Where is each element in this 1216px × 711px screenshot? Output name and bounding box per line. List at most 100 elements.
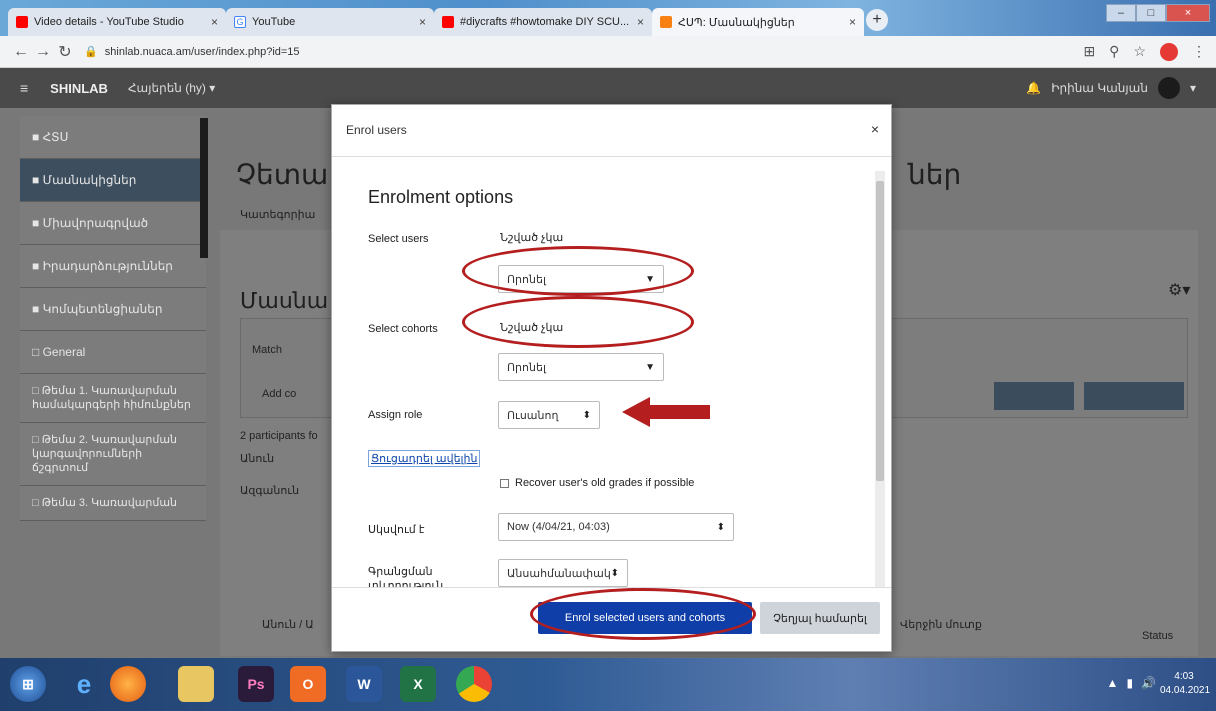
search-icon[interactable]: ⚲ [1109,43,1119,60]
column-header-last-access[interactable]: Վերջին մուտք [900,618,982,631]
sidebar-scrollbar[interactable] [200,118,208,258]
google-favicon-icon: G [234,16,246,28]
taskbar-clock[interactable]: 4:03 04.04.2021 [1160,670,1211,698]
annotation-ellipse-cohorts [462,296,694,348]
sidebar-item-events[interactable]: ■ Իրադարձություններ [20,245,206,288]
forward-arrow-icon[interactable]: → [32,43,54,61]
add-condition-link[interactable]: Add co [262,388,296,400]
checkbox[interactable] [500,478,509,488]
sidebar-item-topic-1[interactable]: □ Թեմա 1. Կառավարման համակարգերի հիմունք… [20,374,206,423]
breadcrumb[interactable]: Կատեգորիա [240,208,315,221]
window-close-button[interactable]: × [1166,4,1210,22]
section-title: Մասնա [240,288,329,313]
network-icon[interactable]: ▮ [1126,676,1133,690]
back-arrow-icon[interactable]: ← [10,43,32,61]
column-header-status[interactable]: Status [1142,630,1173,642]
dialog-header: Enrol users × [332,105,891,157]
selected-users-value: Նշված չկա [500,232,564,244]
youtube-favicon-icon [16,16,28,28]
user-name[interactable]: Իրինա Կանյան [1051,81,1148,95]
sidebar-item-general[interactable]: □ General [20,331,206,374]
menu-dots-icon[interactable]: ⋮ [1192,43,1206,60]
volume-icon[interactable]: 🔊 [1141,676,1156,690]
page-title-left: Չետա [236,159,329,190]
hamburger-icon[interactable]: ≡ [20,80,28,96]
close-icon[interactable]: × [849,15,856,29]
file-explorer-icon[interactable] [178,666,214,702]
chevron-updown-icon: ⬍ [610,567,619,579]
translate-icon[interactable]: ⊞ [1083,43,1095,60]
sidebar-item-badges[interactable]: ■ Միավորագրված [20,202,206,245]
moodle-navbar: ≡ SHINLAB Հայերեն (hy) ▾ 🔔 Իրինա Կանյան … [0,68,1216,108]
page-title-right: ներ [908,159,962,190]
browser-tab-participants[interactable]: ՀՍՊ: Մասնակիցներ × [652,8,864,36]
url-text: shinlab.nuaca.am/user/index.php?id=15 [104,46,300,58]
sidebar-item-competencies[interactable]: ■ Կոմպետենցիաներ [20,288,206,331]
sidebar-item-topic-2[interactable]: □ Թեմա 2. Կառավարման կարգավորումների ճշգ… [20,423,206,486]
enrolment-options-heading: Enrolment options [368,187,514,207]
clear-filters-button[interactable] [994,382,1074,410]
chevron-updown-icon: ⬍ [716,521,725,533]
new-tab-button[interactable]: + [866,9,888,31]
sidebar-item-course[interactable]: ■ ՀՏՍ [20,116,206,159]
notifications-icon[interactable]: 🔔 [1026,81,1041,95]
close-icon[interactable]: × [637,15,644,29]
language-menu[interactable]: Հայերեն (hy) ▾ [128,81,215,95]
show-more-link[interactable]: Ցուցադրել ավելին [368,450,481,467]
close-icon[interactable]: × [871,121,879,137]
browser-tab-youtube[interactable]: G YouTube × [226,8,434,36]
chevron-down-icon[interactable]: ▾ [1190,81,1196,95]
course-sidebar: ■ ՀՏՍ ■ Մասնակիցներ ■ Միավորագրված ■ Իրա… [20,116,206,656]
assign-role-label: Assign role [368,409,423,421]
dialog-scrollbar[interactable] [875,171,885,587]
browser-tab-diycrafts[interactable]: #diycrafts #howtomake DIY SCU... × [434,8,652,36]
word-icon[interactable]: W [346,666,382,702]
starting-from-select[interactable]: Now (4/04/21, 04:03) ⬍ [498,513,734,541]
profile-avatar[interactable] [1160,42,1178,61]
address-bar: ← → ↻ 🔒 shinlab.nuaca.am/user/index.php?… [0,36,1216,68]
assign-role-select[interactable]: Ուսանող ⬍ [498,401,600,429]
recover-grades-checkbox[interactable]: Recover user's old grades if possible [500,477,694,489]
enrol-users-dialog: Enrol users × Enrolment options Select u… [331,104,892,652]
cancel-button[interactable]: Չեղյալ համարել [760,602,880,634]
minimize-button[interactable]: – [1106,4,1136,22]
youtube-favicon-icon [442,16,454,28]
sidebar-item-participants[interactable]: ■ Մասնակիցներ [20,159,206,202]
tray-arrow-icon[interactable]: ▲ [1107,676,1119,690]
starting-from-label: Սկսվում է [368,524,425,536]
scrollbar-thumb[interactable] [876,181,884,481]
dropdown-arrow-icon: ▼ [645,361,655,373]
photoshop-icon[interactable]: Ps [238,666,274,702]
excel-icon[interactable]: X [400,666,436,702]
chevron-updown-icon: ⬍ [582,409,591,421]
window-controls: – □ × [1106,4,1210,22]
clock-time: 4:03 [1174,671,1194,682]
annotation-ellipse-enrol-button [530,588,756,640]
close-icon[interactable]: × [211,15,218,29]
url-field[interactable]: 🔒 shinlab.nuaca.am/user/index.php?id=15 [84,45,1083,58]
annotation-ellipse-users-search [462,246,694,296]
column-header-name[interactable]: Անուն / Ա [262,618,314,631]
sidebar-item-topic-3[interactable]: □ Թեմա 3. Կառավարման [20,486,206,521]
gear-icon[interactable]: ⚙▾ [1168,280,1190,300]
cohorts-search-select[interactable]: Որոնել ▼ [498,353,664,381]
enrolment-duration-select[interactable]: Անսահմանափակ է ⬍ [498,559,628,587]
clock-date: 04.04.2021 [1160,685,1211,696]
dialog-title: Enrol users [346,123,407,137]
chrome-icon[interactable] [456,666,492,702]
site-brand[interactable]: SHINLAB [50,81,108,96]
star-icon[interactable]: ☆ [1133,43,1146,60]
maximize-button[interactable]: □ [1136,4,1166,22]
reload-icon[interactable]: ↻ [54,42,76,62]
enrolment-options-fieldset: Enrolment options Select users Նշված չկա… [352,165,874,587]
apply-filters-button[interactable] [1084,382,1184,410]
internet-explorer-icon[interactable]: e [66,666,102,702]
browser-tab-bar: Video details - YouTube Studio × G YouTu… [0,0,1216,36]
office-icon[interactable]: O [290,666,326,702]
lock-icon: 🔒 [84,46,98,58]
browser-tab-youtube-studio[interactable]: Video details - YouTube Studio × [8,8,226,36]
user-avatar[interactable] [1157,77,1180,99]
firefox-icon[interactable] [110,666,146,702]
close-icon[interactable]: × [419,15,426,29]
start-button[interactable]: ⊞ [10,666,46,702]
